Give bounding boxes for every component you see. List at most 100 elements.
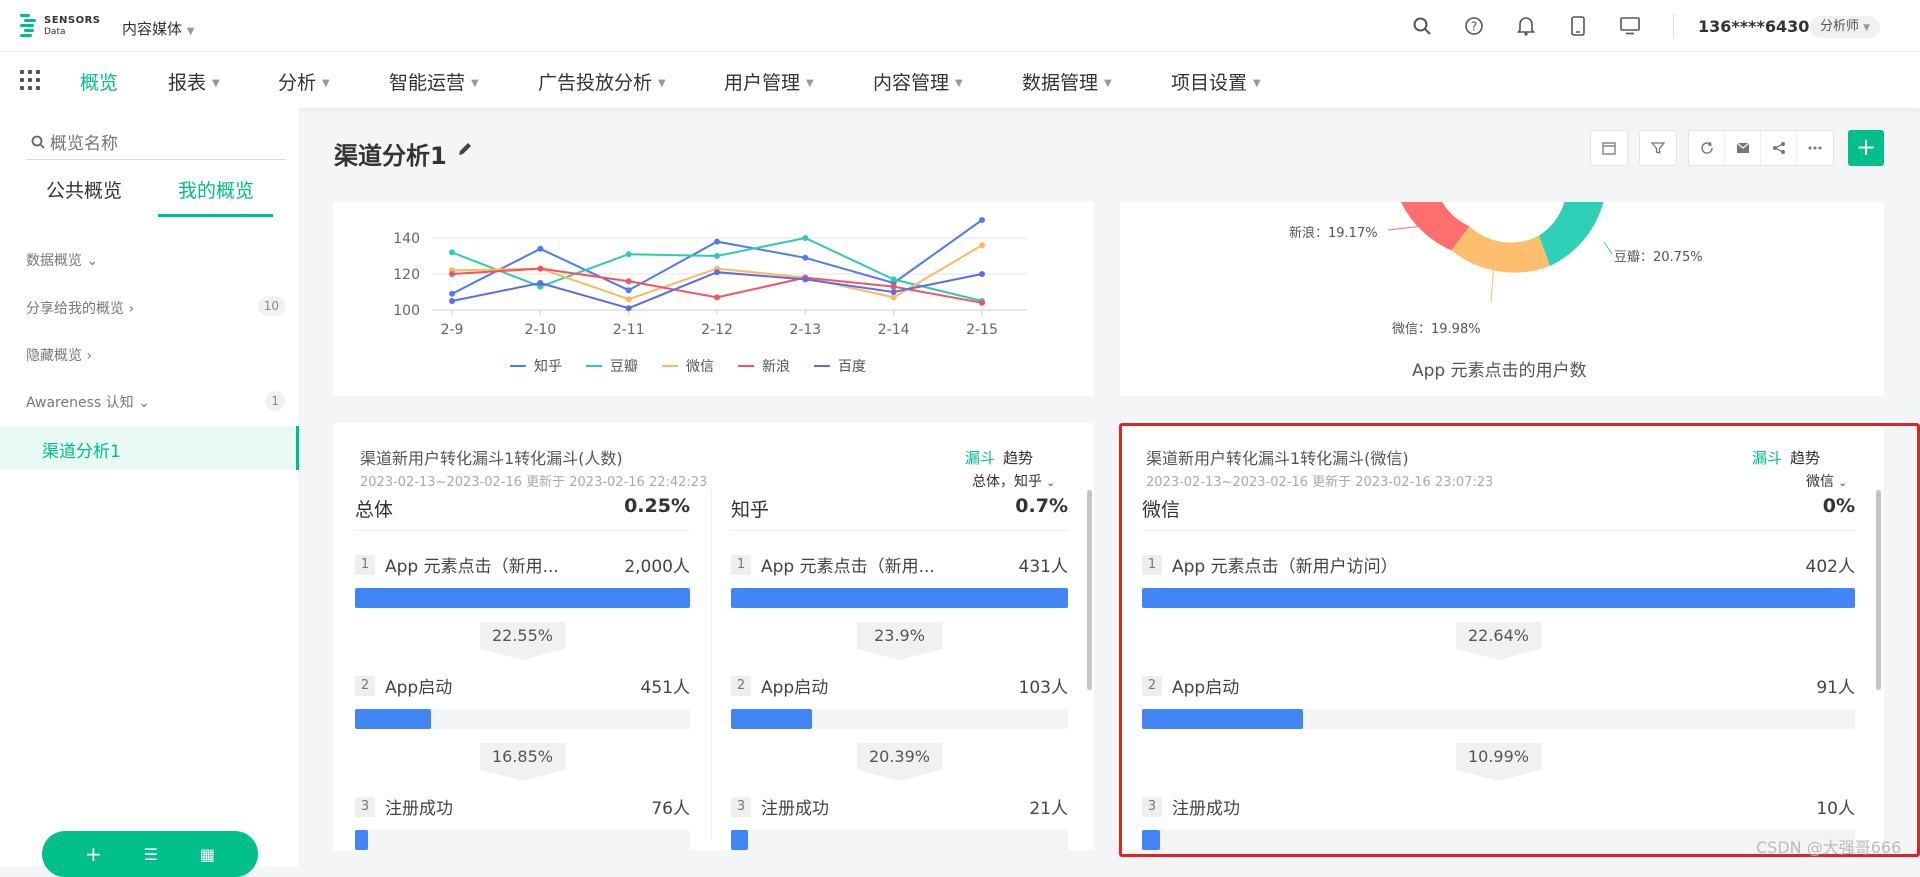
- view-switch-funnel[interactable]: 漏斗: [1752, 447, 1782, 468]
- nav-content-mgmt[interactable]: 内容管理 ▼: [873, 68, 963, 95]
- data-point[interactable]: [802, 276, 809, 283]
- search-icon[interactable]: [1410, 14, 1434, 38]
- mobile-icon[interactable]: [1566, 14, 1590, 38]
- tab-my-overview[interactable]: 我的概览: [178, 176, 254, 203]
- step-value: 451人: [640, 678, 690, 698]
- data-point[interactable]: [802, 235, 809, 241]
- nav-analysis[interactable]: 分析 ▼: [278, 68, 330, 95]
- edit-pencil-icon[interactable]: [457, 141, 473, 157]
- legend-item[interactable]: 微信: [662, 356, 714, 376]
- nav-ads-analysis[interactable]: 广告投放分析 ▼: [538, 68, 666, 95]
- segment-select[interactable]: 微信 ⌄: [1806, 471, 1847, 491]
- view-switch-funnel[interactable]: 漏斗: [965, 447, 995, 468]
- nav-overview[interactable]: 概览: [80, 68, 118, 95]
- step-name: App启动: [385, 678, 453, 698]
- legend-item[interactable]: 百度: [814, 356, 866, 376]
- data-point[interactable]: [714, 253, 720, 259]
- funnel-bar[interactable]: [1142, 709, 1304, 729]
- funnel-bar[interactable]: [731, 830, 748, 850]
- group-data-overview[interactable]: 数据概览 ⌄: [26, 250, 98, 270]
- sidebar-item-channel-analysis[interactable]: 渠道分析1: [0, 426, 299, 470]
- nav-reports[interactable]: 报表 ▼: [168, 68, 220, 95]
- data-point[interactable]: [625, 296, 632, 303]
- role-badge[interactable]: 分析师 ▼: [1810, 16, 1881, 38]
- nav-user-mgmt[interactable]: 用户管理 ▼: [724, 68, 814, 95]
- data-point[interactable]: [714, 269, 720, 276]
- calendar-icon[interactable]: [1591, 131, 1627, 165]
- data-point[interactable]: [537, 245, 544, 252]
- bell-icon[interactable]: [1514, 14, 1538, 38]
- funnel-bar[interactable]: [1142, 830, 1160, 850]
- donut-slice-douban[interactable]: [1539, 202, 1604, 266]
- search-input[interactable]: [50, 132, 270, 156]
- share-icon[interactable]: [1761, 131, 1797, 165]
- funnel-bar[interactable]: [731, 709, 812, 729]
- view-switch-trend[interactable]: 趋势: [1790, 447, 1820, 468]
- data-point[interactable]: [890, 283, 897, 290]
- funnel-bar[interactable]: [355, 830, 368, 850]
- view-switch-trend[interactable]: 趋势: [1003, 447, 1033, 468]
- divider: [1142, 530, 1855, 531]
- user-account[interactable]: 136****6430: [1698, 17, 1809, 36]
- scrollbar[interactable]: [1087, 490, 1092, 690]
- svg-text:?: ?: [1471, 20, 1477, 34]
- data-point[interactable]: [890, 276, 897, 283]
- nav-project-settings[interactable]: 项目设置 ▼: [1171, 68, 1261, 95]
- data-point[interactable]: [537, 280, 544, 286]
- legend-item[interactable]: 新浪: [738, 356, 790, 376]
- legend-label: 微信: [686, 359, 714, 375]
- data-point[interactable]: [625, 287, 632, 294]
- nav-label: 智能运营: [389, 72, 466, 94]
- data-point[interactable]: [979, 271, 985, 277]
- funnel-bar[interactable]: [355, 588, 690, 608]
- data-point[interactable]: [625, 305, 632, 312]
- segment-select[interactable]: 总体，知乎 ⌄: [972, 471, 1055, 491]
- data-point[interactable]: [802, 254, 809, 261]
- mail-icon[interactable]: [1725, 131, 1761, 165]
- legend-item[interactable]: 豆瓣: [586, 356, 638, 376]
- funnel-bar[interactable]: [1142, 588, 1855, 608]
- add-widget-button[interactable]: +: [1848, 130, 1884, 166]
- nav-smart-ops[interactable]: 智能运营 ▼: [389, 68, 479, 95]
- funnel-bar-track: [355, 709, 690, 729]
- help-icon[interactable]: ?: [1462, 14, 1486, 38]
- data-point[interactable]: [449, 298, 455, 304]
- scrollbar[interactable]: [1876, 490, 1881, 690]
- donut-slice-weixin[interactable]: [1451, 226, 1551, 273]
- group-hidden[interactable]: 隐藏概览 ›: [26, 345, 92, 365]
- data-point[interactable]: [979, 299, 985, 306]
- filter-icon[interactable]: [1640, 131, 1676, 165]
- data-point[interactable]: [890, 294, 897, 301]
- data-point[interactable]: [449, 271, 455, 277]
- legend-item[interactable]: 知乎: [510, 356, 562, 376]
- data-point[interactable]: [979, 242, 985, 249]
- data-point[interactable]: [979, 217, 985, 223]
- group-shared-with-me[interactable]: 分享给我的概览 ›: [26, 298, 134, 318]
- data-point[interactable]: [625, 251, 632, 258]
- chevron-down-icon: ⌄: [1046, 478, 1055, 489]
- sensors-data-logo[interactable]: SENSORS Data: [20, 12, 100, 40]
- funnel-bar[interactable]: [731, 588, 1068, 608]
- overview-search: [26, 128, 286, 160]
- add-icon[interactable]: +: [85, 842, 102, 866]
- more-icon[interactable]: [1797, 131, 1833, 165]
- tab-public-overview[interactable]: 公共概览: [46, 176, 122, 203]
- data-point[interactable]: [714, 238, 720, 245]
- nav-data-mgmt[interactable]: 数据管理 ▼: [1022, 68, 1112, 95]
- refresh-icon[interactable]: [1689, 131, 1725, 165]
- data-point[interactable]: [449, 290, 455, 297]
- funnel-bar[interactable]: [355, 709, 431, 729]
- data-point[interactable]: [449, 249, 455, 256]
- project-switcher[interactable]: 内容媒体 ▼: [122, 18, 195, 39]
- step-number: 1: [731, 555, 751, 575]
- monitor-icon[interactable]: [1618, 14, 1642, 38]
- apps-grid-icon[interactable]: [20, 70, 40, 90]
- data-point[interactable]: [537, 265, 544, 272]
- grid-view-icon[interactable]: ▦: [200, 845, 215, 864]
- data-point[interactable]: [890, 289, 897, 295]
- legend-swatch: [586, 365, 602, 367]
- data-point[interactable]: [625, 278, 632, 285]
- sort-list-icon[interactable]: ☰: [144, 845, 158, 864]
- data-point[interactable]: [714, 294, 720, 301]
- group-awareness[interactable]: Awareness 认知 ⌄: [26, 392, 150, 412]
